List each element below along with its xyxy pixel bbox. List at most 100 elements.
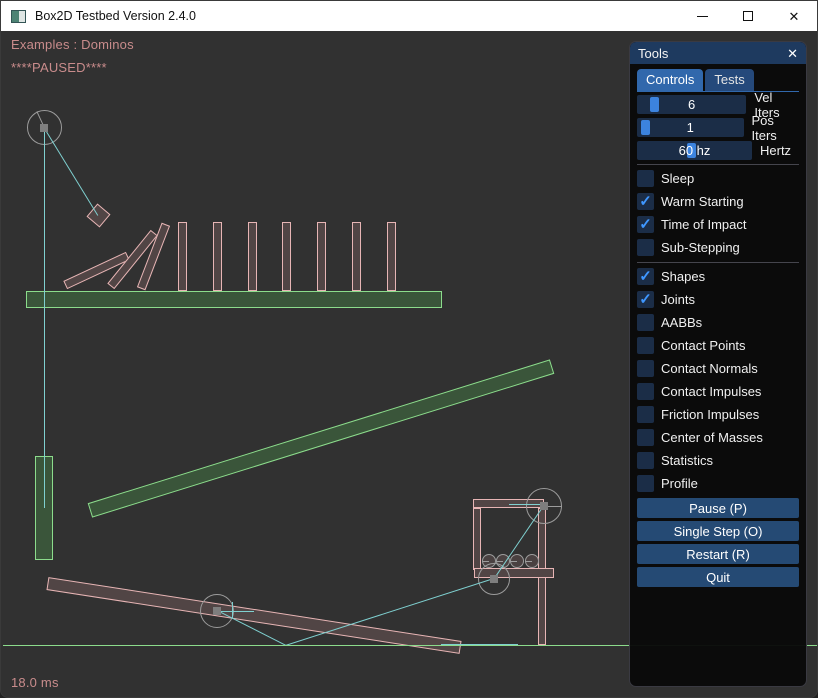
- checkbox-row[interactable]: Sub-Stepping: [637, 239, 799, 256]
- panel-button-label: Pause (P): [689, 501, 747, 516]
- tools-panel-close-icon[interactable]: ✕: [787, 47, 798, 60]
- domino[interactable]: [352, 222, 361, 291]
- panel-button-label: Single Step (O): [674, 524, 763, 539]
- checkbox-row[interactable]: ✓ Joints: [637, 291, 799, 308]
- checkbox[interactable]: [637, 360, 654, 377]
- checkbox-label: Sleep: [661, 171, 694, 186]
- maximize-button[interactable]: [725, 1, 771, 31]
- separator: [637, 164, 799, 165]
- joint-anchor: [490, 575, 498, 583]
- tab-label: Controls: [646, 72, 694, 87]
- checkbox[interactable]: ✓: [637, 291, 654, 308]
- minimize-button[interactable]: [679, 1, 725, 31]
- tab[interactable]: Tests: [705, 69, 753, 91]
- titlebar: Box2D Testbed Version 2.4.0 ✕: [1, 1, 817, 31]
- app-window: Box2D Testbed Version 2.4.0 ✕: [0, 0, 818, 698]
- check-icon: ✓: [639, 217, 652, 232]
- slider-track[interactable]: 60 hz: [637, 141, 752, 160]
- joint-line-wheel-tick: [232, 602, 233, 618]
- checkbox-row[interactable]: Center of Masses: [637, 429, 799, 446]
- checkbox-label: Friction Impulses: [661, 407, 759, 422]
- checkbox[interactable]: [637, 475, 654, 492]
- checkbox-row[interactable]: Sleep: [637, 170, 799, 187]
- slider-track[interactable]: 1: [637, 118, 744, 137]
- checkbox-label: Warm Starting: [661, 194, 744, 209]
- checkbox[interactable]: [637, 406, 654, 423]
- checkbox-row[interactable]: ✓ Shapes: [637, 268, 799, 285]
- checkbox-label: Profile: [661, 476, 698, 491]
- checkbox[interactable]: ✓: [637, 268, 654, 285]
- checkbox[interactable]: [637, 314, 654, 331]
- static-ramp: [88, 359, 555, 517]
- joint-anchor: [540, 502, 548, 510]
- checkbox[interactable]: [637, 383, 654, 400]
- cart-left-post[interactable]: [473, 508, 481, 570]
- panel-button[interactable]: Quit: [637, 567, 799, 587]
- checkbox-row[interactable]: Contact Impulses: [637, 383, 799, 400]
- checkbox[interactable]: ✓: [637, 193, 654, 210]
- checkbox-label: Center of Masses: [661, 430, 763, 445]
- tab[interactable]: Controls: [637, 69, 703, 91]
- checkbox[interactable]: [637, 337, 654, 354]
- checkbox[interactable]: [637, 452, 654, 469]
- maximize-icon: [743, 11, 753, 21]
- checkbox-label: Contact Normals: [661, 361, 758, 376]
- checkbox-row[interactable]: Contact Points: [637, 337, 799, 354]
- checkbox-row[interactable]: AABBs: [637, 314, 799, 331]
- checkbox-row[interactable]: ✓ Warm Starting: [637, 193, 799, 210]
- example-label: Examples : Dominos: [11, 37, 134, 52]
- checkbox-label: Contact Points: [661, 338, 746, 353]
- panel-button-label: Restart (R): [686, 547, 750, 562]
- minimize-icon: [697, 16, 708, 17]
- checkbox-label: Sub-Stepping: [661, 240, 740, 255]
- checkbox[interactable]: [637, 239, 654, 256]
- tab-label: Tests: [714, 72, 744, 87]
- pendulum-box[interactable]: [87, 204, 111, 228]
- panel-button[interactable]: Pause (P): [637, 498, 799, 518]
- domino[interactable]: [387, 222, 396, 291]
- checkbox[interactable]: [637, 429, 654, 446]
- slider-value: 6: [637, 95, 746, 114]
- simulation-viewport[interactable]: Examples : Dominos ****PAUSED**** 18.0 m…: [1, 31, 817, 697]
- domino[interactable]: [282, 222, 291, 291]
- checkbox[interactable]: [637, 170, 654, 187]
- domino[interactable]: [248, 222, 257, 291]
- checkbox-row[interactable]: Profile: [637, 475, 799, 492]
- joint-line-vertical: [44, 131, 45, 508]
- seesaw-plank[interactable]: [46, 577, 461, 654]
- slider-row: 60 hz Hertz: [637, 141, 799, 160]
- domino[interactable]: [178, 222, 187, 291]
- joint-anchor: [40, 124, 48, 132]
- checkbox-row[interactable]: Statistics: [637, 452, 799, 469]
- checkbox-label: Statistics: [661, 453, 713, 468]
- checkbox[interactable]: ✓: [637, 216, 654, 233]
- checkbox-row[interactable]: Friction Impulses: [637, 406, 799, 423]
- paused-label: ****PAUSED****: [11, 60, 107, 75]
- tools-panel-titlebar[interactable]: Tools ✕: [630, 42, 806, 64]
- window-controls: ✕: [679, 1, 817, 31]
- domino[interactable]: [213, 222, 222, 291]
- button-group: Pause (P) Single Step (O) Restart (R) Qu…: [637, 498, 799, 587]
- checkbox-group: Sleep ✓ Warm Starting ✓ Time of Impact: [637, 170, 799, 492]
- joint-line-cart: [509, 504, 543, 505]
- checkbox-label: Time of Impact: [661, 217, 746, 232]
- tools-panel-body: Controls Tests 6 Vel Iters: [630, 64, 806, 587]
- tools-panel: Tools ✕ Controls Tests: [629, 41, 807, 687]
- slider-track[interactable]: 6: [637, 95, 746, 114]
- check-icon: ✓: [639, 194, 652, 209]
- panel-button[interactable]: Single Step (O): [637, 521, 799, 541]
- tools-panel-title: Tools: [638, 46, 668, 61]
- separator: [637, 262, 799, 263]
- slider-row: 6 Vel Iters: [637, 95, 799, 114]
- panel-button[interactable]: Restart (R): [637, 544, 799, 564]
- checkbox-label: AABBs: [661, 315, 702, 330]
- checkbox-row[interactable]: ✓ Time of Impact: [637, 216, 799, 233]
- slider-group: 6 Vel Iters 1 Pos Iters: [637, 95, 799, 160]
- domino[interactable]: [317, 222, 326, 291]
- slider-label: Hertz: [760, 143, 791, 158]
- close-icon: ✕: [789, 10, 800, 23]
- close-button[interactable]: ✕: [771, 1, 817, 31]
- ball-radius-line: [525, 561, 532, 562]
- ball-radius-line: [482, 561, 489, 562]
- checkbox-row[interactable]: Contact Normals: [637, 360, 799, 377]
